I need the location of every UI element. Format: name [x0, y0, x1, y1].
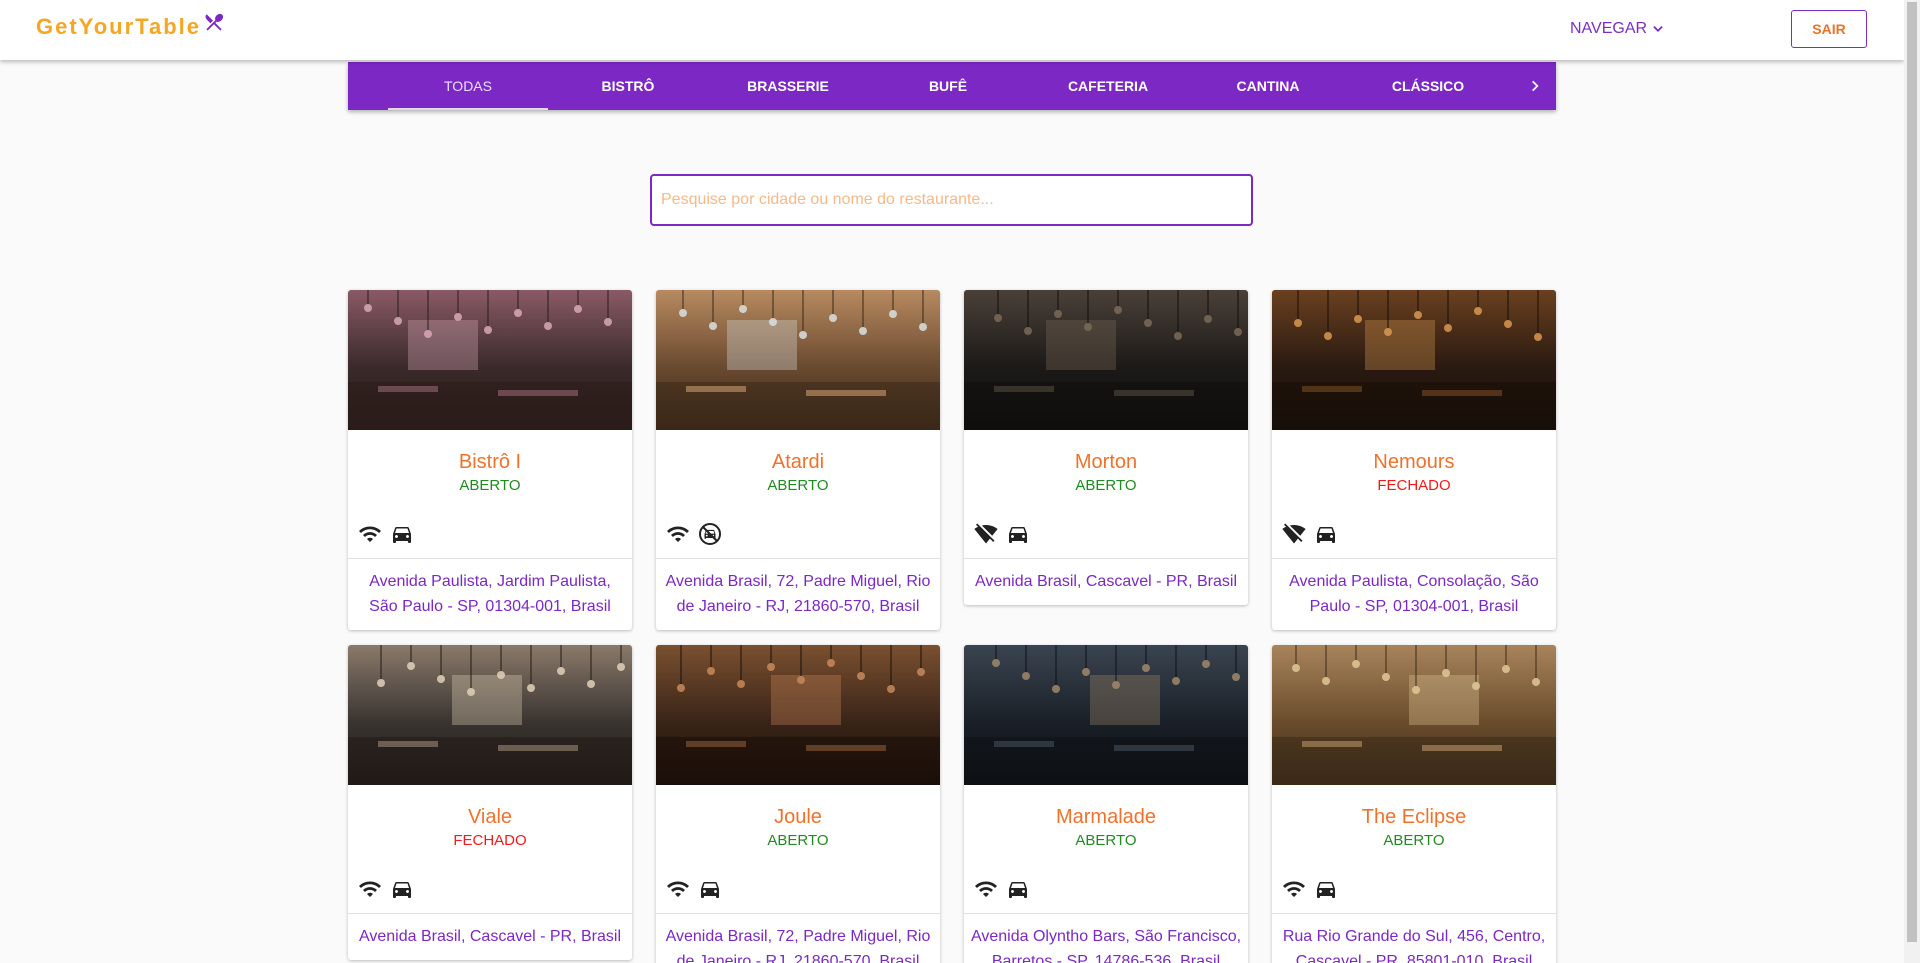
- page-scrollbar[interactable]: [1904, 0, 1920, 963]
- navigate-menu-label: NAVEGAR: [1570, 20, 1648, 37]
- restaurant-photo[interactable]: [348, 645, 632, 785]
- status-badge: ABERTO: [767, 477, 829, 494]
- restaurant-photo[interactable]: [964, 645, 1248, 785]
- chevron-down-icon: [1653, 26, 1663, 32]
- status-badge: ABERTO: [1075, 832, 1137, 849]
- restaurant-address[interactable]: Avenida Paulista, Jardim Paulista, São P…: [348, 558, 632, 630]
- wifi-icon: [974, 877, 998, 901]
- active-tab-indicator: [388, 108, 548, 110]
- wifi-icon: [666, 877, 690, 901]
- search-input[interactable]: [650, 174, 1253, 226]
- restaurant-address[interactable]: Rua Rio Grande do Sul, 456, Centro, Casc…: [1272, 913, 1556, 963]
- tabs-scroll-right-button[interactable]: [1513, 62, 1556, 110]
- amenities: [348, 877, 632, 901]
- restaurant-name[interactable]: Atardi: [656, 450, 940, 474]
- top-app-bar: GetYourTable NAVEGAR SAIR: [0, 0, 1904, 60]
- amenities: [1272, 877, 1556, 901]
- navigate-menu[interactable]: NAVEGAR: [1570, 20, 1665, 38]
- tab-bistro[interactable]: BISTRÔ: [548, 62, 708, 110]
- restaurant-photo[interactable]: [656, 645, 940, 785]
- restaurant-name[interactable]: The Eclipse: [1272, 805, 1556, 829]
- logout-button[interactable]: SAIR: [1791, 10, 1867, 48]
- restaurant-photo[interactable]: [964, 290, 1248, 430]
- status-badge: FECHADO: [1377, 477, 1451, 494]
- car-icon: [1006, 877, 1030, 901]
- amenities: [1272, 522, 1556, 546]
- status-badge: ABERTO: [767, 832, 829, 849]
- restaurant-name[interactable]: Joule: [656, 805, 940, 829]
- tab-brasserie[interactable]: BRASSERIE: [708, 62, 868, 110]
- car-icon: [1314, 877, 1338, 901]
- restaurant-photo[interactable]: [656, 290, 940, 430]
- scrollbar-thumb[interactable]: [1907, 2, 1917, 942]
- category-tabs: TODAS BISTRÔ BRASSERIE BUFÊ CAFETERIA CANTINA…: [348, 62, 1556, 110]
- status-badge: FECHADO: [453, 832, 527, 849]
- status-badge: ABERTO: [1383, 832, 1445, 849]
- status-badge: ABERTO: [1075, 477, 1137, 494]
- wifi-icon: [666, 522, 690, 546]
- amenities: [656, 522, 940, 546]
- restaurant-name[interactable]: Bistrô I: [348, 450, 632, 474]
- restaurant-card[interactable]: Atardi ABERTO Avenida Brasil, 72, Padre Mi…: [656, 290, 940, 630]
- restaurant-address[interactable]: Avenida Brasil, 72, Padre Miguel, Rio de…: [656, 558, 940, 630]
- amenities: [964, 877, 1248, 901]
- wifi-icon: [1282, 877, 1306, 901]
- restaurant-card[interactable]: Joule ABERTO Avenida Brasil, 72, Padre Mig…: [656, 645, 940, 963]
- restaurant-name[interactable]: Nemours: [1272, 450, 1556, 474]
- car-icon: [1314, 522, 1338, 546]
- restaurant-photo[interactable]: [1272, 645, 1556, 785]
- no-parking-icon: [698, 522, 722, 546]
- logo-text: GetYourTable: [36, 14, 201, 39]
- restaurant-card[interactable]: Viale FECHADO Avenida Brasil, Cascavel - P…: [348, 645, 632, 960]
- tab-cafeteria[interactable]: CAFETERIA: [1028, 62, 1188, 110]
- logo[interactable]: GetYourTable: [36, 11, 225, 40]
- status-badge: ABERTO: [459, 477, 521, 494]
- wifi-off-icon: [974, 522, 998, 546]
- tab-cantina[interactable]: CANTINA: [1188, 62, 1348, 110]
- restaurant-card[interactable]: Morton ABERTO Avenida Brasil, Cascavel - P…: [964, 290, 1248, 605]
- wifi-icon: [358, 522, 382, 546]
- fork-knife-icon: [203, 11, 225, 38]
- page: GetYourTable NAVEGAR SAIR TODAS BISTRÔ BRA…: [0, 0, 1904, 963]
- restaurant-card[interactable]: Marmalade ABERTO Avenida Olyntho Bars, São…: [964, 645, 1248, 963]
- restaurant-address[interactable]: Avenida Brasil, 72, Padre Miguel, Rio de…: [656, 913, 940, 963]
- amenities: [348, 522, 632, 546]
- car-icon: [1006, 522, 1030, 546]
- restaurant-address[interactable]: Avenida Brasil, Cascavel - PR, Brasil: [348, 913, 632, 960]
- restaurant-name[interactable]: Viale: [348, 805, 632, 829]
- restaurant-photo[interactable]: [348, 290, 632, 430]
- wifi-icon: [358, 877, 382, 901]
- car-icon: [698, 877, 722, 901]
- restaurant-card[interactable]: Nemours FECHADO Avenida Paulista, Consolaç…: [1272, 290, 1556, 630]
- wifi-off-icon: [1282, 522, 1306, 546]
- restaurant-card[interactable]: The Eclipse ABERTO Rua Rio Grande do Sul, …: [1272, 645, 1556, 963]
- restaurant-card[interactable]: Bistrô I ABERTO Avenida Paulista, Jardim P…: [348, 290, 632, 630]
- chevron-right-icon: [1531, 80, 1539, 92]
- restaurant-address[interactable]: Avenida Olyntho Bars, São Francisco, Bar…: [964, 913, 1248, 963]
- tab-classico[interactable]: CLÁSSICO: [1348, 62, 1508, 110]
- car-icon: [390, 877, 414, 901]
- tab-bufe[interactable]: BUFÊ: [868, 62, 1028, 110]
- amenities: [656, 877, 940, 901]
- restaurant-name[interactable]: Marmalade: [964, 805, 1248, 829]
- restaurant-name[interactable]: Morton: [964, 450, 1248, 474]
- restaurant-address[interactable]: Avenida Paulista, Consolação, São Paulo …: [1272, 558, 1556, 630]
- car-icon: [390, 522, 414, 546]
- restaurant-photo[interactable]: [1272, 290, 1556, 430]
- restaurant-address[interactable]: Avenida Brasil, Cascavel - PR, Brasil: [964, 558, 1248, 605]
- tab-todas[interactable]: TODAS: [388, 62, 548, 110]
- amenities: [964, 522, 1248, 546]
